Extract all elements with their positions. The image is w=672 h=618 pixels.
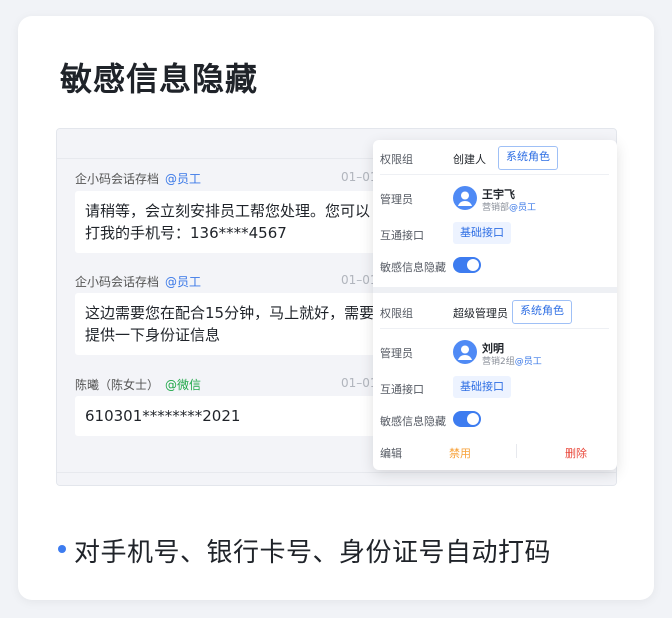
interface-row: 互通接口 基础接口 [380,222,609,246]
message-line: 提供一下身份证信息 [85,326,221,344]
bullet-dot-icon [58,545,66,553]
sensitive-toggle[interactable] [453,257,481,273]
perm-group-value: 超级管理员 [453,307,508,320]
sender-tag: @微信 [165,378,202,392]
interface-label: 互通接口 [380,229,424,242]
action-divider [516,444,517,458]
admin-label: 管理员 [380,347,413,360]
role-chip[interactable]: 系统角色 [498,146,558,170]
admin-dept-tag: @员工 [514,357,542,367]
sender-tag: @员工 [165,275,202,289]
message-bubble: 610301********2021 [75,396,395,436]
edit-row: 编辑 禁用 删除 [380,440,609,464]
admin-dept: 营销2组@员工 [482,354,542,367]
interface-chip[interactable]: 基础接口 [453,376,511,398]
message-header: 企小码会话存档 @员工 [75,273,201,290]
permission-panel: 权限组 创建人 系统角色 管理员 王宇飞 营销部@员工 互通接口 基础接口 敏感… [373,140,617,470]
toggle-knob [467,413,479,425]
preview-bottom-bar [57,472,616,485]
card-title: 敏感信息隐藏 [60,60,259,98]
feature-card: 敏感信息隐藏 企小码会话存档 @员工 01–01 请稍等，会立刻安排员工帮您处理。… [18,16,654,600]
admin-dept-name: 营销部 [482,203,510,213]
message-bubble: 这边需要您在配合15分钟，马上就好，需要 提供一下身份证信息 [75,293,395,355]
user-icon [458,345,472,360]
message-header: 企小码会话存档 @员工 [75,170,201,187]
sender-tag: @员工 [165,172,202,186]
sensitive-row: 敏感信息隐藏 [380,408,609,432]
toggle-knob [467,259,479,271]
sender-name: 企小码会话存档 [75,275,160,289]
sensitive-label: 敏感信息隐藏 [380,261,446,274]
interface-row: 互通接口 基础接口 [380,376,609,400]
sender-name: 企小码会话存档 [75,172,160,186]
message-line: 这边需要您在配合15分钟，马上就好，需要 [85,304,375,322]
admin-row: 管理员 王宇飞 营销部@员工 [380,186,609,214]
user-icon [458,191,472,206]
avatar [453,340,477,364]
sender-name: 陈曦（陈女士） [75,378,160,392]
role-chip[interactable]: 系统角色 [512,300,572,324]
sensitive-row: 敏感信息隐藏 [380,254,609,278]
admin-dept-name: 营销2组 [482,357,515,367]
message-bubble: 请稍等，会立刻安排员工帮您处理。您可以 打我的手机号：136****4567 [75,191,395,253]
admin-dept-tag: @员工 [509,203,537,213]
feature-text: 对手机号、银行卡号、身份证号自动打码 [74,538,552,568]
message-line: 打我的手机号：136****4567 [85,224,287,242]
perm-group-label: 权限组 [380,153,413,166]
interface-chip[interactable]: 基础接口 [453,222,511,244]
message-header: 陈曦（陈女士） @微信 [75,376,201,393]
interface-label: 互通接口 [380,383,424,396]
admin-dept: 营销部@员工 [482,200,536,213]
admin-label: 管理员 [380,193,413,206]
delete-button[interactable]: 删除 [565,445,587,461]
disable-button[interactable]: 禁用 [449,445,471,461]
perm-group-row: 权限组 创建人 系统角色 [380,146,609,175]
message-line: 请稍等，会立刻安排员工帮您处理。您可以 [85,202,371,220]
sensitive-toggle[interactable] [453,411,481,427]
perm-group-row: 权限组 超级管理员 系统角色 [380,300,609,329]
avatar [453,186,477,210]
message-line: 610301********2021 [85,407,241,425]
sensitive-label: 敏感信息隐藏 [380,415,446,428]
perm-group-label: 权限组 [380,307,413,320]
admin-row: 管理员 刘明 营销2组@员工 [380,340,609,368]
section-divider [373,287,617,293]
perm-group-value: 创建人 [453,153,486,166]
edit-label: 编辑 [380,447,402,460]
